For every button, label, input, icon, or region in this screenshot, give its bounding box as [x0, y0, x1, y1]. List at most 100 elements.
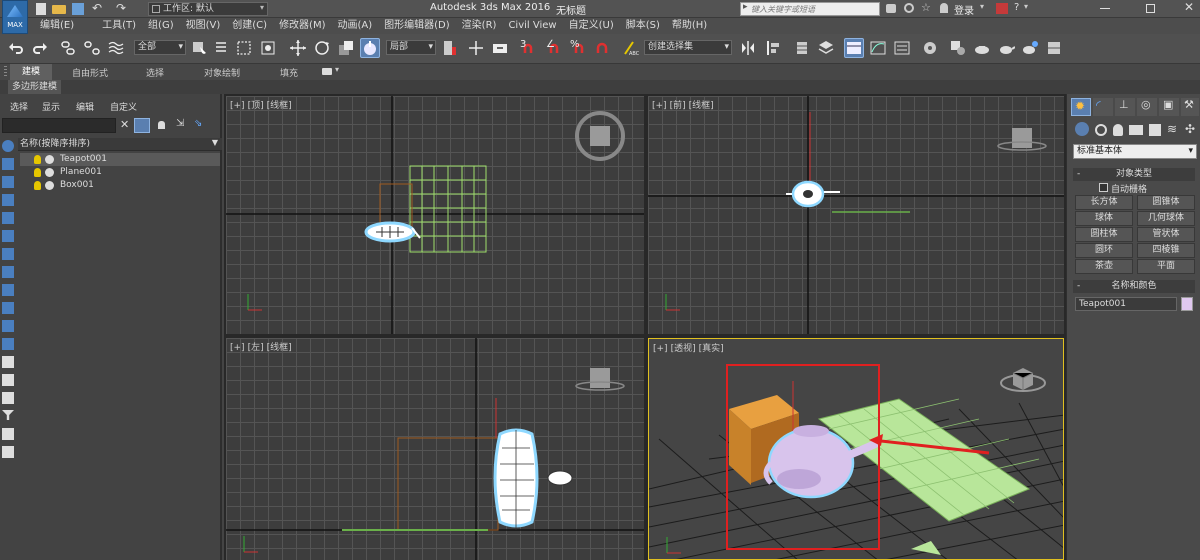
explorer-menu-select[interactable]: 选择 — [10, 100, 28, 113]
sync-selection-icon[interactable]: ⇘ — [194, 118, 202, 129]
menu-rendering[interactable]: 渲染(R) — [456, 18, 503, 34]
display-shapes-icon[interactable] — [2, 176, 14, 188]
help-icon[interactable]: ? — [1014, 2, 1019, 13]
viewcube-perspective-icon[interactable] — [1000, 368, 1046, 392]
display-warps-icon[interactable] — [2, 248, 14, 260]
menu-views[interactable]: 视图(V) — [180, 18, 227, 34]
box-wireframe[interactable] — [397, 437, 499, 531]
workspace-dropdown[interactable]: 工作区: 默认 ▾ — [148, 2, 268, 16]
align-button[interactable] — [764, 38, 784, 58]
create-box-button[interactable]: 长方体 — [1075, 195, 1133, 210]
ribbon-options-icon[interactable] — [322, 68, 332, 75]
tab-hierarchy[interactable]: ⊥ — [1115, 98, 1135, 116]
snaps-toggle-button[interactable]: 3 — [518, 38, 538, 58]
display-groups-icon[interactable] — [2, 266, 14, 278]
display-geometry-icon[interactable] — [2, 158, 14, 170]
select-by-name-button[interactable] — [212, 38, 232, 58]
curve-editor-button[interactable] — [868, 38, 888, 58]
explorer-search-field[interactable] — [2, 118, 116, 133]
search-box[interactable]: ▸ 键入关键字或短语 — [740, 2, 880, 16]
render-production-button[interactable] — [1020, 38, 1040, 58]
rect-selection-button[interactable] — [234, 38, 254, 58]
viewcube-left-icon[interactable] — [575, 368, 625, 391]
binoculars-icon[interactable] — [886, 4, 896, 13]
edit-named-selection-button[interactable]: ABC — [620, 38, 640, 58]
select-object-button[interactable] — [190, 38, 210, 58]
create-tube-button[interactable]: 管状体 — [1137, 227, 1195, 242]
display-all-icon[interactable] — [2, 374, 14, 386]
tab-display[interactable]: ▣ — [1159, 98, 1179, 116]
scale-button[interactable] — [336, 38, 356, 58]
unlink-button[interactable] — [82, 38, 102, 58]
menu-animation[interactable]: 动画(A) — [332, 18, 379, 34]
tab-modify[interactable]: ◜ — [1093, 98, 1113, 116]
teapot-front-wireframe[interactable] — [786, 180, 840, 208]
ribbon-tab-selection[interactable]: 选择 — [146, 66, 164, 79]
create-plane-button[interactable]: 平面 — [1137, 259, 1195, 274]
funnel-icon[interactable] — [2, 410, 14, 420]
app-logo[interactable]: MAX — [2, 0, 28, 34]
display-hidden-icon[interactable] — [2, 356, 14, 368]
quick-access-save-icon[interactable] — [72, 3, 84, 15]
ribbon-tab-object-paint[interactable]: 对象绘制 — [204, 66, 240, 79]
category-shapes-icon[interactable] — [1095, 124, 1107, 136]
create-cylinder-button[interactable]: 圆柱体 — [1075, 227, 1133, 242]
tree-row-teapot[interactable]: Teapot001 — [20, 153, 220, 166]
window-crossing-button[interactable] — [258, 38, 278, 58]
scene-explorer-button[interactable] — [816, 38, 836, 58]
tab-motion[interactable]: ◎ — [1137, 98, 1157, 116]
viewcube-front-icon[interactable] — [997, 128, 1047, 151]
autogrid-checkbox[interactable] — [1099, 183, 1108, 192]
restore-window-button[interactable] — [1146, 4, 1155, 13]
close-window-button[interactable]: ✕ — [1184, 0, 1194, 14]
toggle-ribbon-button[interactable] — [844, 38, 864, 58]
dope-sheet-button[interactable] — [892, 38, 912, 58]
create-torus-button[interactable]: 圆环 — [1075, 243, 1133, 258]
clear-search-icon[interactable]: ✕ — [120, 118, 129, 131]
create-pyramid-button[interactable]: 四棱锥 — [1137, 243, 1195, 258]
viewport-top[interactable]: [+] [顶] [线框] — [226, 96, 644, 334]
box-wireframe[interactable] — [379, 183, 413, 229]
display-lights-icon[interactable] — [2, 194, 14, 206]
menu-help[interactable]: 帮助(H) — [666, 18, 713, 34]
display-xrefs-icon[interactable] — [2, 284, 14, 296]
plane-wireframe[interactable] — [409, 165, 487, 253]
login-chevron-icon[interactable]: ▾ — [980, 2, 984, 11]
hierarchy-icon[interactable]: ⇲ — [176, 118, 184, 129]
exchange-icon[interactable] — [996, 3, 1008, 14]
polygon-modeling-label[interactable]: 多边形建模 — [8, 80, 62, 94]
display-none-icon[interactable] — [2, 140, 14, 152]
viewport-left[interactable]: [+] [左] [线框] — [226, 338, 644, 560]
schematic-view-button[interactable] — [920, 38, 940, 58]
create-cone-button[interactable]: 圆锥体 — [1137, 195, 1195, 210]
light-bulb-icon[interactable] — [34, 155, 41, 164]
quick-access-open-icon[interactable] — [52, 5, 66, 14]
display-frozen-icon[interactable] — [2, 338, 14, 350]
reference-coord-dropdown[interactable]: 局部 ▾ — [386, 40, 436, 55]
category-lights-icon[interactable] — [1113, 124, 1123, 136]
named-selection-dropdown[interactable]: 创建选择集 ▾ — [644, 40, 732, 55]
create-teapot-button[interactable]: 茶壶 — [1075, 259, 1133, 274]
redo-icon[interactable]: ↷ — [116, 1, 126, 15]
filter-options-icon[interactable] — [2, 428, 14, 440]
menu-create[interactable]: 创建(C) — [226, 18, 273, 34]
ribbon-tab-modeling[interactable]: 建模 — [10, 64, 52, 80]
explorer-menu-edit[interactable]: 编辑 — [76, 100, 94, 113]
create-geosphere-button[interactable]: 几何球体 — [1137, 211, 1195, 226]
pivot-center-button[interactable] — [440, 38, 460, 58]
menu-scripting[interactable]: 脚本(S) — [620, 18, 666, 34]
tab-utilities[interactable]: ⚒ — [1181, 98, 1199, 116]
menu-customize[interactable]: 自定义(U) — [563, 18, 620, 34]
undo-icon[interactable]: ↶ — [92, 1, 102, 15]
help-chevron-icon[interactable]: ▾ — [1024, 2, 1028, 11]
select-manipulate-button[interactable] — [466, 38, 486, 58]
ribbon-grip[interactable] — [4, 66, 7, 78]
render-extra-button[interactable] — [1044, 38, 1064, 58]
layer-manager-button[interactable] — [792, 38, 812, 58]
menu-group[interactable]: 组(G) — [142, 18, 180, 34]
render-setup-button[interactable] — [972, 38, 992, 58]
category-geometry-icon[interactable] — [1075, 122, 1089, 136]
spinner-snap-button[interactable] — [592, 38, 612, 58]
object-color-swatch[interactable] — [1181, 297, 1193, 311]
category-systems-icon[interactable]: ✣ — [1185, 122, 1195, 136]
